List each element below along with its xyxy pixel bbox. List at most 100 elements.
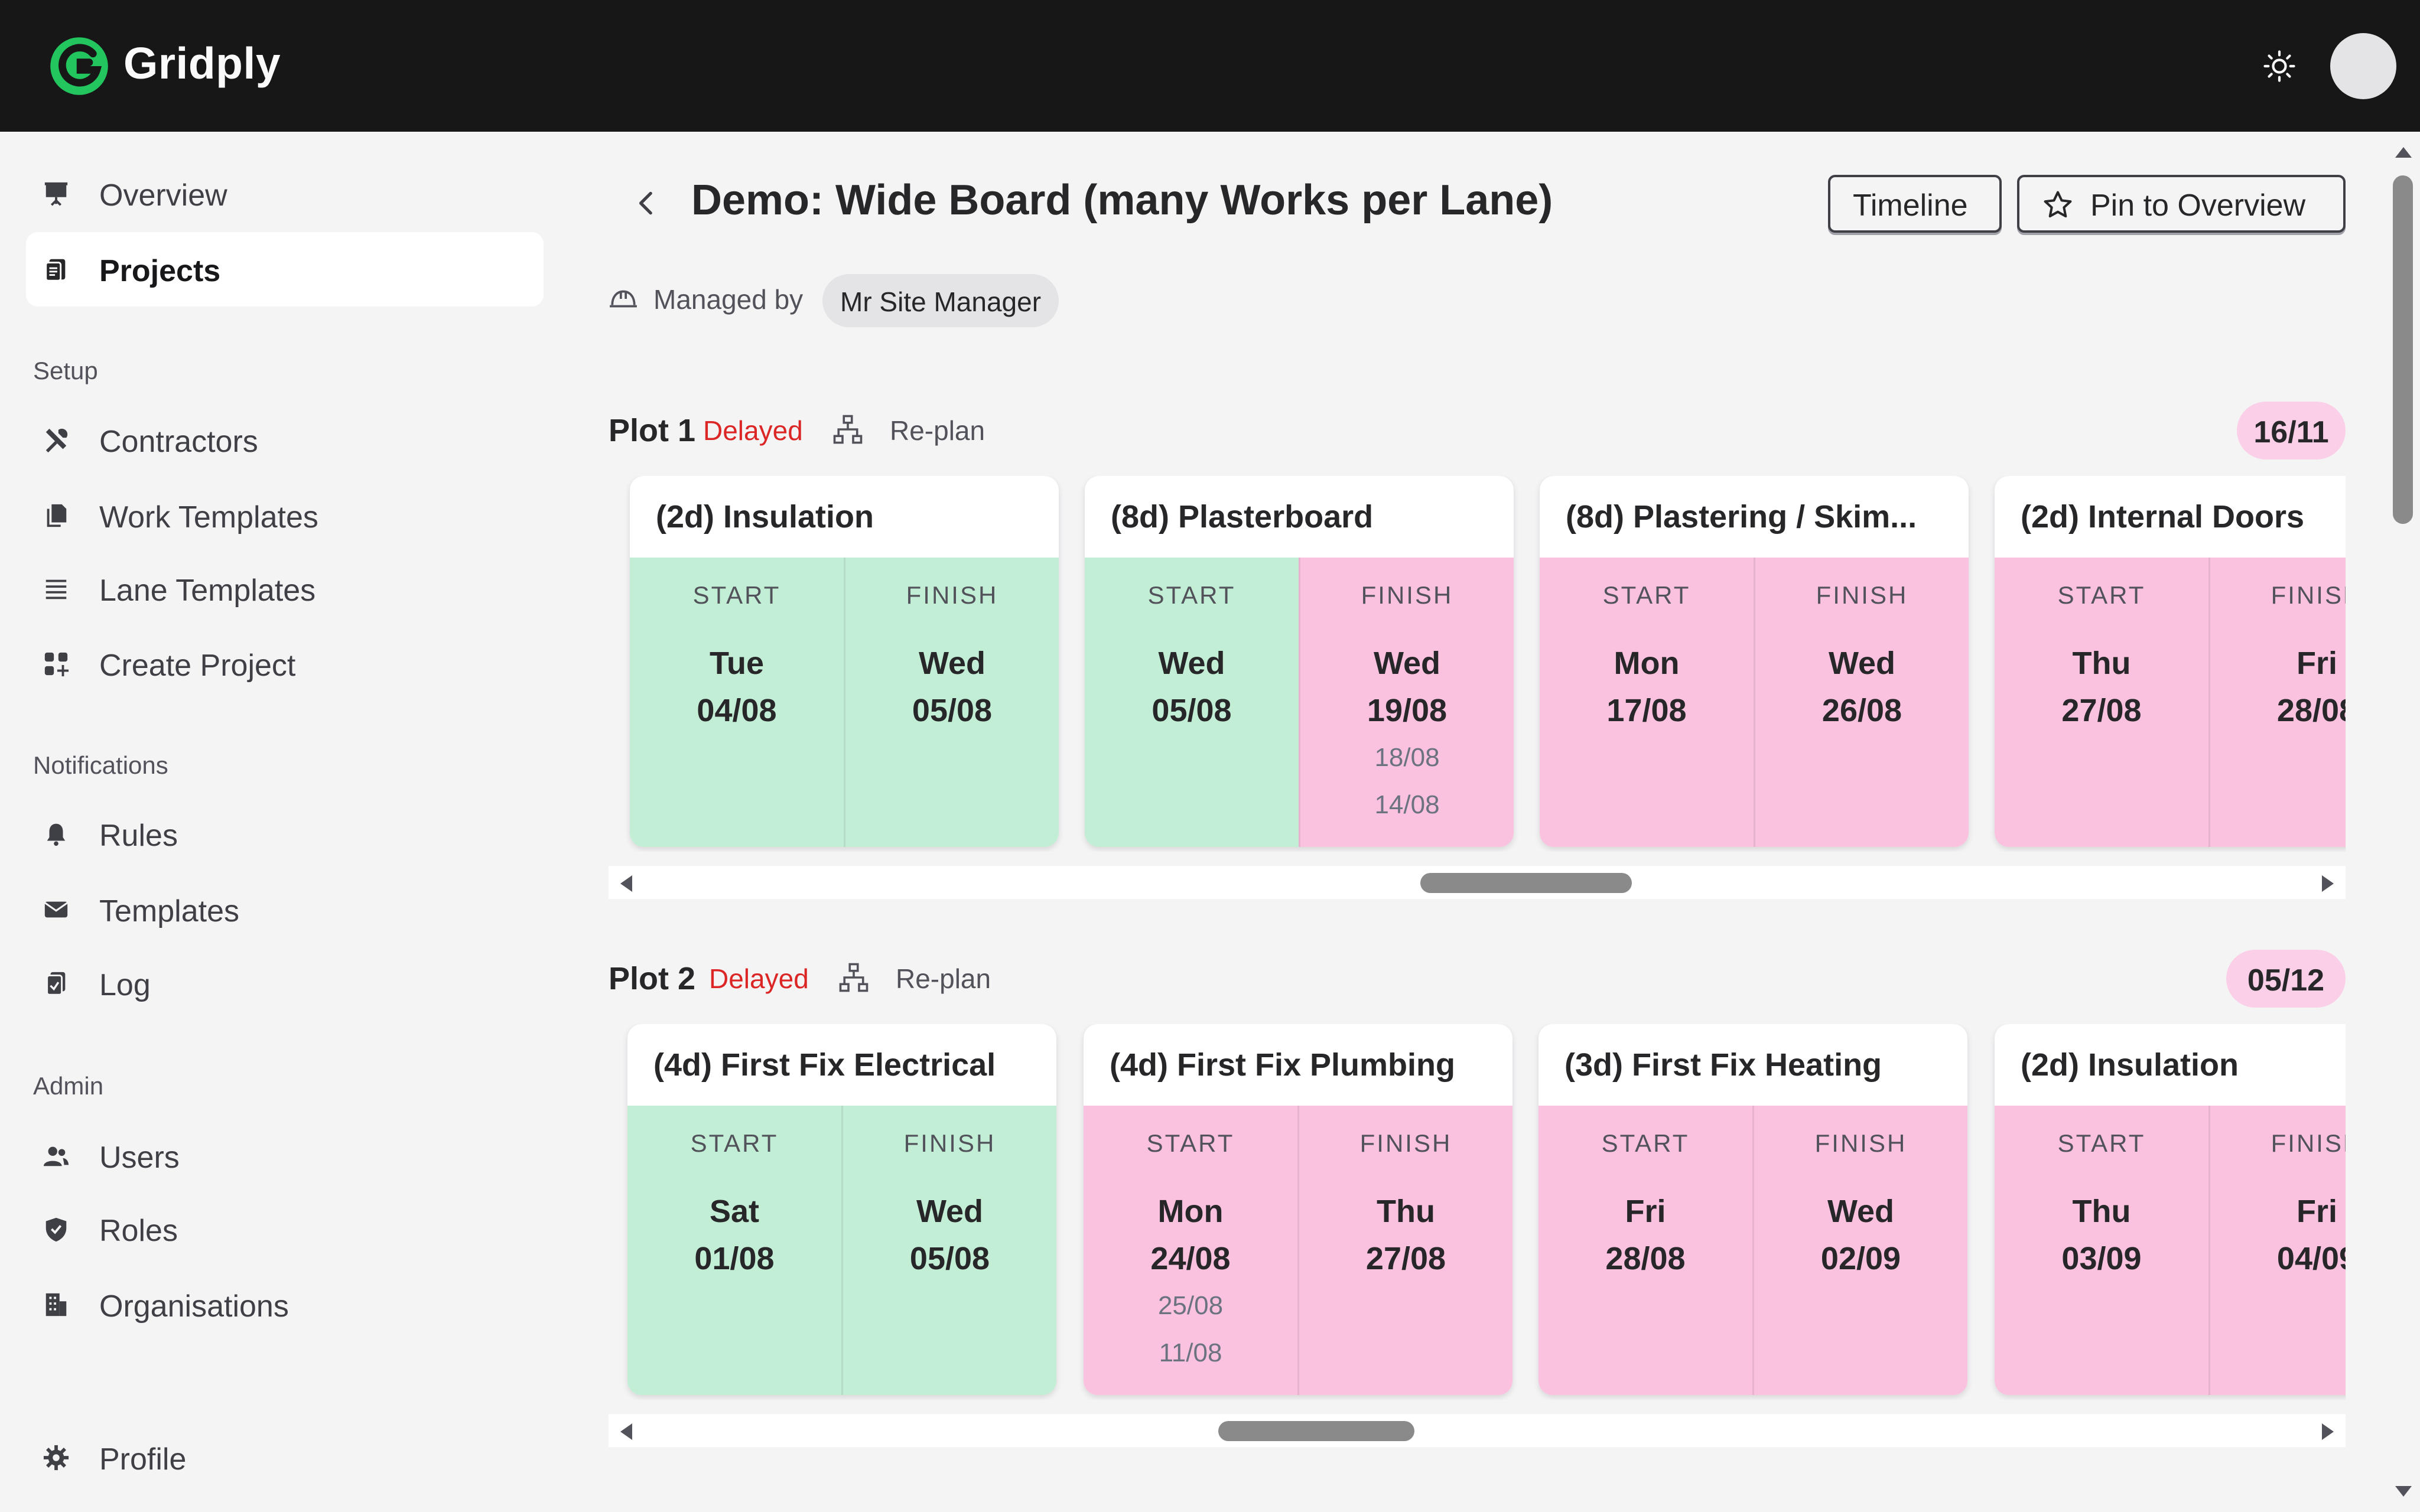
page-scrollbar[interactable] — [2386, 132, 2420, 1512]
gear-icon — [43, 1445, 69, 1471]
start-day: Wed — [1158, 646, 1225, 681]
finish-cell: FINISH Wed 02/09 — [1752, 1106, 1967, 1395]
sidebar-item-label: Log — [99, 968, 151, 1002]
work-card[interactable]: (8d) Plasterboard START Wed 05/08 FINISH… — [1085, 476, 1514, 847]
plot-deadline-text: 16/11 — [2253, 415, 2329, 449]
work-title: (8d) Plastering / Skim... — [1566, 499, 1917, 535]
start-label: START — [1146, 1129, 1235, 1157]
start-cell: START Sat 01/08 — [627, 1106, 841, 1395]
timeline-button-label: Timeline — [1853, 188, 1968, 223]
work-card[interactable]: (2d) Insulation START Tue 04/08 FINISH W… — [630, 476, 1059, 847]
work-title: (2d) Insulation — [2021, 1047, 2239, 1083]
work-card[interactable]: (3d) First Fix Heating START Fri 28/08 F… — [1538, 1024, 1967, 1395]
work-card[interactable]: (4d) First Fix Electrical START Sat 01/0… — [627, 1024, 1056, 1395]
section-label-setup: Setup — [33, 357, 98, 384]
sidebar-item-label: Roles — [99, 1214, 178, 1248]
sidebar-item-label: Projects — [99, 254, 221, 288]
top-bar: Gridply — [0, 0, 2420, 132]
finish-day: Wed — [1827, 1194, 1894, 1229]
gridply-logo-icon[interactable] — [48, 35, 110, 97]
scroll-right-arrow-icon[interactable] — [2322, 875, 2334, 892]
sidebar-item-label: Lane Templates — [99, 573, 316, 608]
finish-date: 04/09 — [2276, 1241, 2346, 1276]
work-title: (8d) Plasterboard — [1111, 499, 1374, 535]
finish-label: FINISH — [903, 1129, 996, 1157]
sidebar-item-lane-templates[interactable]: Lane Templates — [26, 552, 544, 626]
finish-date: 05/08 — [909, 1241, 990, 1276]
sidebar-item-label: Work Templates — [99, 500, 318, 535]
pin-to-overview-button[interactable]: Pin to Overview — [2017, 175, 2346, 233]
sidebar-item-contractors[interactable]: Contractors — [26, 403, 544, 477]
finish-label: FINISH — [1814, 1129, 1907, 1157]
work-title: (2d) Internal Doors — [2021, 499, 2305, 535]
scrollbar-thumb[interactable] — [1218, 1421, 1414, 1441]
start-label: START — [1602, 581, 1691, 609]
work-card[interactable]: (2d) Internal Doors START Thu 27/08 FINI… — [1995, 476, 2346, 847]
bell-icon — [47, 823, 66, 846]
scrollbar-thumb[interactable] — [2393, 175, 2413, 524]
sun-icon[interactable] — [2263, 50, 2296, 83]
scroll-left-arrow-icon[interactable] — [620, 875, 632, 892]
sidebar-item-work-templates[interactable]: Work Templates — [26, 478, 544, 553]
timeline-button[interactable]: Timeline — [1828, 175, 2002, 233]
work-card[interactable]: (2d) Insulation START Thu 03/09 FINISH F… — [1995, 1024, 2346, 1395]
hierarchy-icon[interactable] — [832, 413, 864, 445]
finish-day: Wed — [1373, 646, 1440, 681]
envelope-icon — [44, 901, 69, 918]
scroll-down-arrow-icon[interactable] — [2395, 1486, 2412, 1497]
sidebar-item-organisations[interactable]: Organisations — [26, 1267, 544, 1342]
start-label: START — [1601, 1129, 1690, 1157]
plot-status: Delayed — [709, 963, 809, 994]
hard-hat-icon — [610, 290, 637, 308]
start-day: Mon — [1614, 646, 1680, 681]
start-date: 03/09 — [2061, 1241, 2142, 1276]
sidebar-item-roles[interactable]: Roles — [26, 1192, 544, 1266]
start-day: Fri — [1625, 1194, 1666, 1229]
start-date: 27/08 — [2061, 693, 2142, 728]
finish-label: FINISH — [1359, 1129, 1452, 1157]
sidebar-item-overview[interactable]: Overview — [26, 157, 544, 231]
start-day: Sat — [709, 1194, 760, 1229]
replan-link[interactable]: Re-plan — [896, 963, 991, 995]
user-avatar[interactable] — [2330, 33, 2396, 99]
hierarchy-icon[interactable] — [838, 962, 870, 993]
sidebar-item-create-project[interactable]: Create Project — [26, 627, 544, 701]
sidebar-item-rules[interactable]: Rules — [26, 797, 544, 871]
finish-cell: FINISH Fri 28/08 — [2208, 558, 2346, 847]
sidebar-item-users[interactable]: Users — [26, 1119, 544, 1193]
lane-scrollbar[interactable] — [609, 866, 2346, 899]
start-date: 05/08 — [1152, 693, 1232, 728]
managed-by-label: Managed by — [653, 284, 804, 315]
plot-name: Plot 2 — [609, 961, 696, 996]
sidebar-item-templates[interactable]: Templates — [26, 872, 544, 947]
scroll-left-arrow-icon[interactable] — [620, 1423, 632, 1440]
start-cell: START Wed 05/08 — [1085, 558, 1299, 847]
page-title: Demo: Wide Board (many Works per Lane) — [691, 177, 1553, 224]
work-card[interactable]: (4d) First Fix Plumbing START Mon 24/08 … — [1084, 1024, 1512, 1395]
start-label: START — [690, 1129, 779, 1157]
finish-date: 28/08 — [2276, 693, 2346, 728]
sidebar-item-log[interactable]: Log — [26, 946, 544, 1021]
sidebar-item-projects[interactable]: Projects — [26, 232, 544, 307]
brand-name[interactable]: Gridply — [123, 38, 281, 89]
finish-cell: FINISH Wed 05/08 — [844, 558, 1059, 847]
lane-scrollbar[interactable] — [609, 1414, 2346, 1447]
work-title: (4d) First Fix Plumbing — [1110, 1047, 1456, 1083]
start-label: START — [1147, 581, 1236, 609]
replan-link[interactable]: Re-plan — [890, 415, 985, 447]
finish-label: FINISH — [1816, 581, 1908, 609]
previous-start-date: 25/08 — [1157, 1291, 1224, 1320]
chevron-left-icon[interactable] — [632, 187, 662, 220]
manager-chip[interactable]: Mr Site Manager — [822, 274, 1059, 327]
work-title: (2d) Insulation — [656, 499, 874, 535]
scroll-right-arrow-icon[interactable] — [2322, 1423, 2334, 1440]
scroll-up-arrow-icon[interactable] — [2395, 147, 2412, 158]
work-card[interactable]: (8d) Plastering / Skim... START Mon 17/0… — [1540, 476, 1969, 847]
start-cell: START Thu 03/09 — [1995, 1106, 2208, 1395]
sidebar-item-profile[interactable]: Profile — [26, 1420, 544, 1495]
presentation-board-icon — [44, 182, 68, 206]
start-day: Thu — [2072, 1194, 2131, 1229]
plot-lane: (2d) Insulation START Tue 04/08 FINISH W… — [609, 476, 2346, 852]
scrollbar-thumb[interactable] — [1420, 873, 1632, 893]
start-date: 01/08 — [694, 1241, 775, 1276]
